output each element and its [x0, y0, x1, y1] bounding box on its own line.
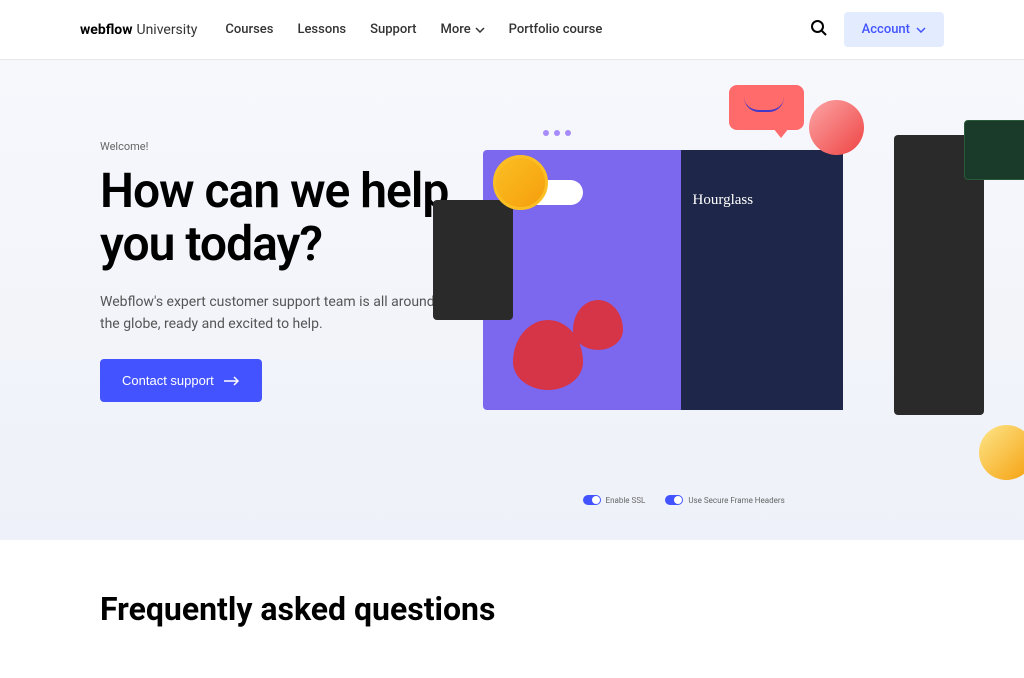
hero-illustration: Hourglass ? Enable SSL Use Secure Frame …	[463, 120, 924, 460]
speech-bubble-icon	[729, 85, 804, 130]
contact-support-button[interactable]: Contact support	[100, 359, 262, 402]
toggle-frames: Use Secure Frame Headers	[665, 495, 784, 505]
main-nav: Courses Lessons Support More Portfolio c…	[225, 22, 602, 37]
avatar	[809, 100, 864, 155]
logo[interactable]: webflow University	[80, 22, 197, 38]
search-icon[interactable]	[810, 19, 828, 41]
faq-title: Frequently asked questions	[100, 590, 924, 628]
chevron-down-icon	[916, 27, 926, 33]
avatar	[493, 155, 548, 210]
nav-lessons[interactable]: Lessons	[297, 22, 346, 37]
toggle-switch-icon	[583, 495, 601, 505]
dot-icon	[554, 130, 560, 136]
header-left: webflow University Courses Lessons Suppo…	[80, 22, 602, 38]
publish-panel-mock	[964, 120, 1024, 180]
hero-section: Welcome! How can we help you today? Webf…	[0, 60, 1024, 540]
header-right: Account	[810, 12, 944, 47]
faq-section: Frequently asked questions	[0, 540, 1024, 678]
dot-icon	[565, 130, 571, 136]
hero-title: How can we help you today?	[100, 165, 463, 271]
toggle-switch-icon	[665, 495, 683, 505]
hero-content: Welcome! How can we help you today? Webf…	[100, 120, 463, 460]
nav-more[interactable]: More	[440, 22, 484, 37]
left-panel-mock	[433, 200, 513, 320]
nav-courses[interactable]: Courses	[225, 22, 273, 37]
toggle-ssl: Enable SSL	[583, 495, 646, 505]
logo-suffix: University	[136, 22, 197, 38]
avatar	[979, 425, 1024, 480]
nav-portfolio[interactable]: Portfolio course	[509, 22, 603, 37]
account-button[interactable]: Account	[844, 12, 944, 47]
welcome-label: Welcome!	[100, 140, 463, 153]
hero-container: Welcome! How can we help you today? Webf…	[0, 120, 1024, 460]
flower-icon	[573, 300, 623, 350]
design-panel-mock: Hourglass	[681, 150, 843, 410]
main-header: webflow University Courses Lessons Suppo…	[0, 0, 1024, 60]
dot-icon	[543, 130, 549, 136]
squiggle-icon	[744, 97, 784, 112]
chevron-down-icon	[475, 27, 485, 33]
mock-site-title: Hourglass	[693, 192, 831, 209]
hero-subtitle: Webflow's expert customer support team i…	[100, 291, 440, 336]
window-dots	[543, 130, 571, 136]
nav-support[interactable]: Support	[370, 22, 416, 37]
toggles-mock: Enable SSL Use Secure Frame Headers	[583, 495, 785, 505]
logo-brand: webflow	[80, 22, 132, 38]
arrow-right-icon	[224, 376, 240, 386]
